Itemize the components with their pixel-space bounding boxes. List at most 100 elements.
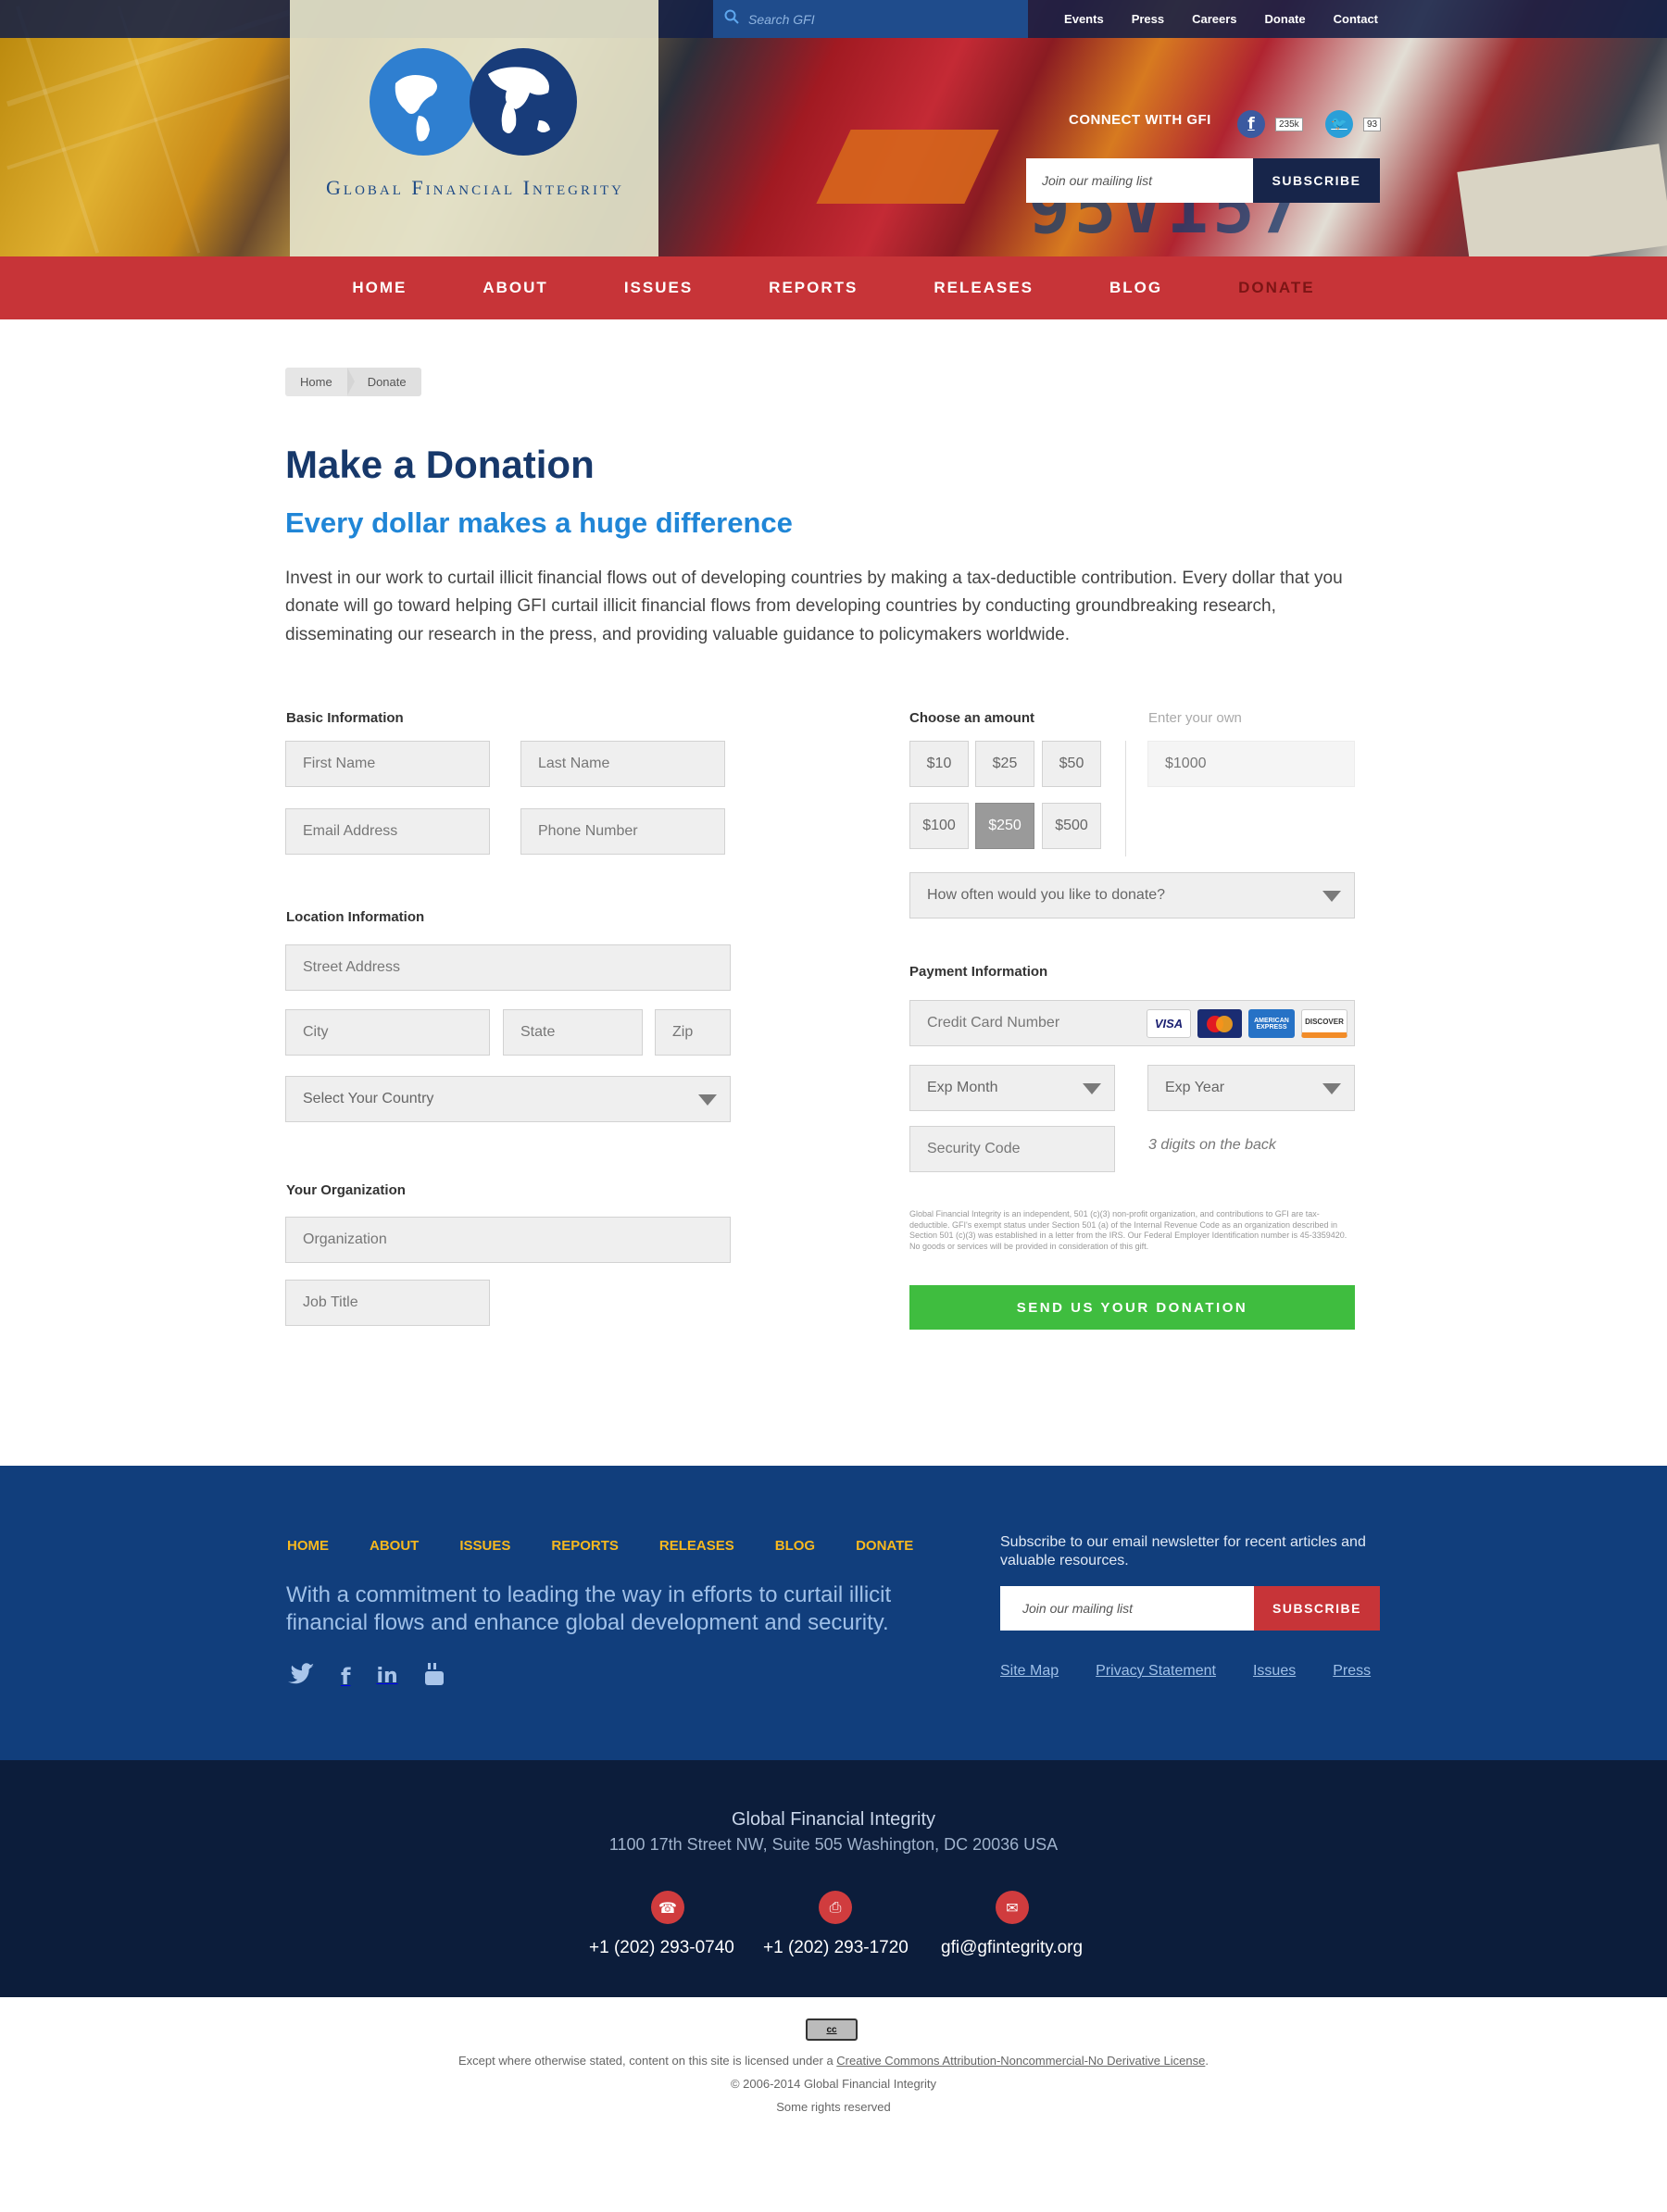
footer-org-name: Global Financial Integrity (731, 1809, 936, 1830)
search-input[interactable] (748, 11, 998, 27)
nav-reports[interactable]: REPORTS (731, 279, 896, 297)
custom-amount-field[interactable] (1147, 741, 1355, 787)
header-banner: 95V157 (0, 0, 1667, 256)
job-title-field[interactable] (285, 1280, 490, 1326)
street-address-field[interactable] (285, 944, 731, 991)
twitter-icon[interactable]: 🐦 (1325, 110, 1353, 138)
footer-tagline: With a commitment to leading the way in … (286, 1582, 892, 1635)
state-field[interactable] (503, 1009, 643, 1056)
rights-text: Some rights reserved (776, 2100, 891, 2114)
twitter-count: 93 (1363, 118, 1382, 131)
breadcrumb: Home Donate (285, 368, 421, 396)
facebook-icon[interactable]: f (341, 1664, 350, 1690)
footer-social: f in (287, 1662, 445, 1691)
amex-icon: AMERICAN EXPRESS (1248, 1009, 1295, 1038)
zip-field[interactable] (655, 1009, 731, 1056)
footer-subscribe-button[interactable]: SUBSCRIBE (1254, 1586, 1380, 1631)
footer-address: 1100 17th Street NW, Suite 505 Washingto… (608, 1835, 1059, 1854)
linkedin-icon[interactable]: in (376, 1665, 397, 1688)
footer-nav: HOME ABOUT ISSUES REPORTS RELEASES BLOG … (287, 1538, 913, 1554)
exp-year-select[interactable]: Exp Year (1147, 1065, 1355, 1111)
footer-nav-home[interactable]: HOME (287, 1538, 329, 1554)
payment-info-label: Payment Information (909, 964, 1048, 980)
city-field[interactable] (285, 1009, 490, 1056)
first-name-field[interactable] (285, 741, 490, 787)
footer-nav-releases[interactable]: RELEASES (659, 1538, 734, 1554)
nav-blog[interactable]: BLOG (1072, 279, 1200, 297)
footer-nav-reports[interactable]: REPORTS (551, 1538, 619, 1554)
exp-month-value: Exp Month (927, 1080, 998, 1095)
top-link-events[interactable]: Events (1064, 12, 1104, 26)
footer-nav-issues[interactable]: ISSUES (459, 1538, 510, 1554)
amount-option-selected[interactable]: $250 (975, 803, 1034, 849)
header-subscribe-button[interactable]: SUBSCRIBE (1253, 158, 1380, 203)
top-link-donate[interactable]: Donate (1265, 12, 1306, 26)
youtube-icon[interactable] (424, 1662, 445, 1691)
amount-option[interactable]: $500 (1042, 803, 1101, 849)
discover-icon: DISCOVER (1301, 1009, 1347, 1038)
last-name-field[interactable] (520, 741, 725, 787)
mastercard-icon (1197, 1009, 1242, 1038)
visa-icon: VISA (1147, 1009, 1191, 1038)
exp-year-value: Exp Year (1165, 1080, 1225, 1095)
exp-month-select[interactable]: Exp Month (909, 1065, 1115, 1111)
fax-icon: ⎙ (819, 1891, 852, 1924)
phone-icon: ☎ (651, 1891, 684, 1924)
footer-link-sitemap[interactable]: Site Map (1000, 1663, 1059, 1680)
country-select[interactable]: Select Your Country (285, 1076, 731, 1122)
license-prefix: Except where otherwise stated, content o… (458, 2054, 837, 2068)
footer-link-press[interactable]: Press (1333, 1663, 1371, 1680)
page-subtitle: Every dollar makes a huge difference (285, 506, 793, 539)
frequency-select[interactable]: How often would you like to donate? (909, 872, 1355, 919)
facebook-icon[interactable]: f (1237, 110, 1265, 138)
phone-field[interactable] (520, 808, 725, 855)
footer-nav-blog[interactable]: BLOG (775, 1538, 815, 1554)
amount-option[interactable]: $10 (909, 741, 969, 787)
send-donation-button[interactable]: SEND US YOUR DONATION (909, 1285, 1355, 1330)
breadcrumb-current: Donate (346, 368, 421, 396)
creative-commons-badge-icon[interactable]: cc (806, 2018, 858, 2041)
top-link-contact[interactable]: Contact (1334, 12, 1378, 26)
page-title: Make a Donation (285, 443, 595, 486)
location-info-label: Location Information (286, 909, 425, 925)
security-code-field[interactable] (909, 1126, 1115, 1172)
organization-field[interactable] (285, 1217, 731, 1263)
nav-releases[interactable]: RELEASES (896, 279, 1072, 297)
license-link[interactable]: Creative Commons Attribution-Noncommerci… (836, 2054, 1205, 2068)
logo-globes-icon (370, 48, 577, 156)
copyright: © 2006-2014 Global Financial Integrity (730, 2077, 937, 2091)
nav-home[interactable]: HOME (314, 279, 445, 297)
enter-own-label: Enter your own (1148, 710, 1242, 726)
footer-nav-donate[interactable]: DONATE (856, 1538, 913, 1554)
nav-donate[interactable]: DONATE (1200, 279, 1353, 297)
cvv-hint: 3 digits on the back (1148, 1137, 1276, 1153)
breadcrumb-home[interactable]: Home (285, 368, 355, 396)
top-link-press[interactable]: Press (1132, 12, 1164, 26)
frequency-select-value: How often would you like to donate? (927, 887, 1166, 903)
footer-phone[interactable]: +1 (202) 293-0740 (589, 1938, 734, 1958)
choose-amount-label: Choose an amount (909, 710, 1035, 726)
footer-links: Site Map Privacy Statement Issues Press (1000, 1663, 1371, 1680)
header-mailing-input[interactable] (1026, 158, 1253, 203)
license-text: Except where otherwise stated, content o… (0, 2054, 1667, 2068)
search-box[interactable] (713, 0, 1028, 38)
footer-link-privacy[interactable]: Privacy Statement (1096, 1663, 1216, 1680)
footer-fax: +1 (202) 293-1720 (763, 1938, 909, 1957)
footer-nav-about[interactable]: ABOUT (370, 1538, 419, 1554)
nav-issues[interactable]: ISSUES (586, 279, 731, 297)
footer-email[interactable]: gfi@gfintegrity.org (941, 1938, 1083, 1958)
mail-icon: ✉ (996, 1891, 1029, 1924)
amount-option[interactable]: $50 (1042, 741, 1101, 787)
amount-divider (1125, 741, 1126, 856)
email-field[interactable] (285, 808, 490, 855)
search-icon (724, 9, 739, 29)
footer-contact (0, 1760, 1667, 1997)
footer-link-issues[interactable]: Issues (1253, 1663, 1296, 1680)
amount-option[interactable]: $25 (975, 741, 1034, 787)
nav-about[interactable]: ABOUT (445, 279, 585, 297)
twitter-icon[interactable] (287, 1663, 315, 1690)
amount-option[interactable]: $100 (909, 803, 969, 849)
chevron-down-icon (1322, 891, 1341, 902)
top-link-careers[interactable]: Careers (1192, 12, 1236, 26)
footer-mailing-input[interactable] (1000, 1586, 1254, 1631)
